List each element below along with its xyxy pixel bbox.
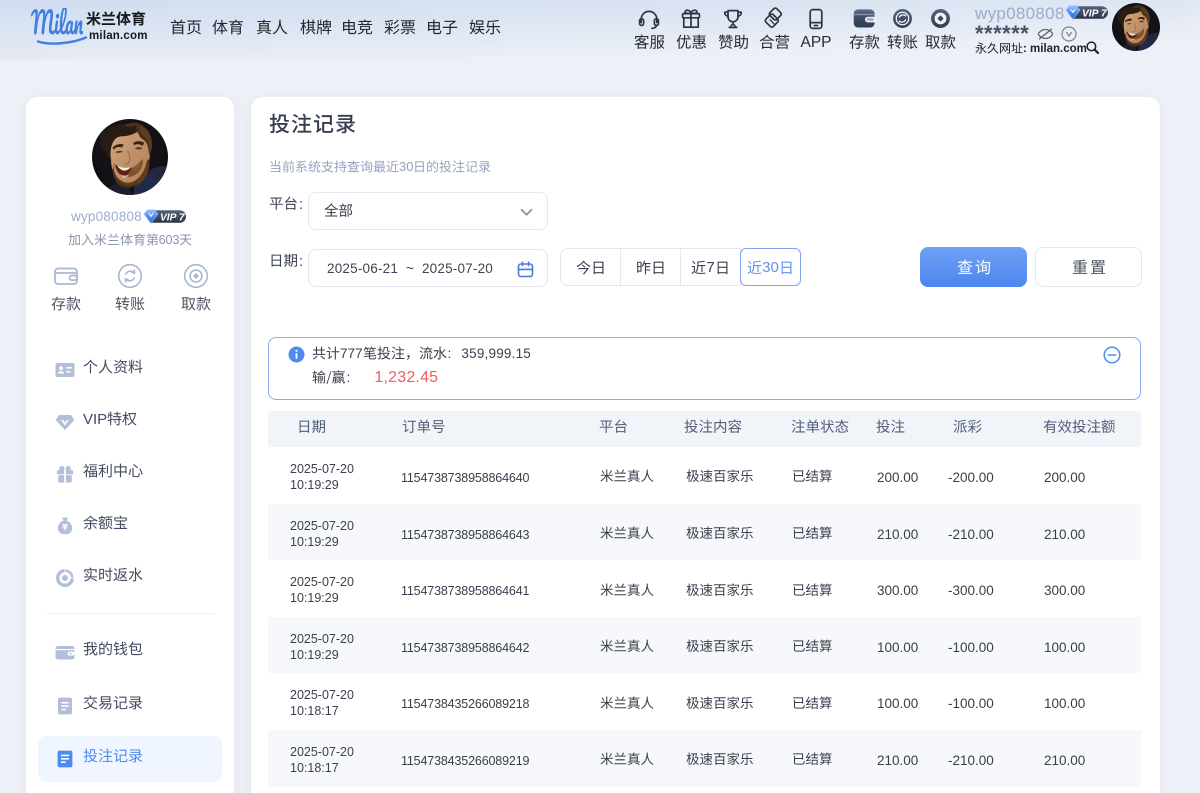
svg-text:VIP 7: VIP 7 [1082, 8, 1108, 19]
svg-text:VIP 7: VIP 7 [160, 212, 186, 223]
